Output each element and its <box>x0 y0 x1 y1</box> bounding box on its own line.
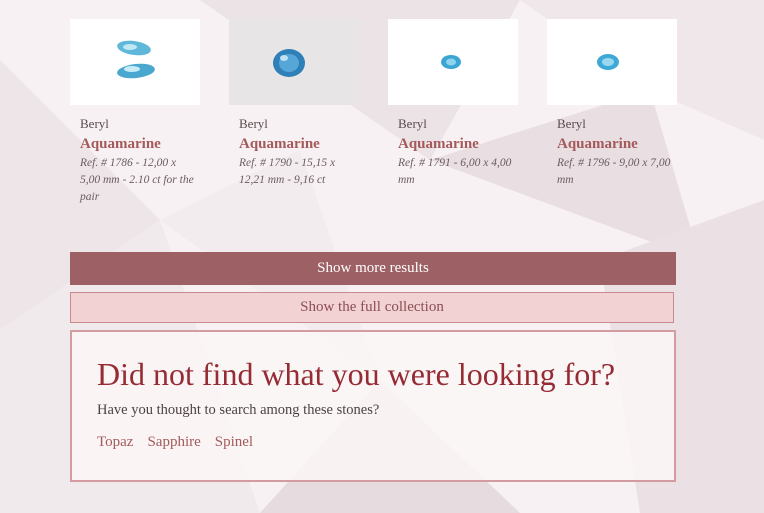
show-full-collection-button[interactable]: Show the full collection <box>70 292 674 323</box>
aquamarine-pair-image[interactable] <box>70 19 200 105</box>
suggestion-link-sapphire[interactable]: Sapphire <box>147 434 200 451</box>
result-card[interactable]: Beryl Aquamarine Ref. # 1791 - 6,00 x 4,… <box>388 19 518 189</box>
gem-name-link[interactable]: Aquamarine <box>557 135 677 153</box>
gem-reference: Ref. # 1796 - 9,00 x 7,00 mm <box>557 157 671 186</box>
aquamarine-oval-image[interactable] <box>229 19 359 105</box>
gem-reference: Ref. # 1791 - 6,00 x 4,00 mm <box>398 157 512 186</box>
gem-family: Beryl <box>398 116 427 131</box>
not-found-panel: Did not find what you were looking for? … <box>70 330 676 482</box>
aquamarine-small-oval-image[interactable] <box>388 19 518 105</box>
result-card[interactable]: Beryl Aquamarine Ref. # 1786 - 12,00 x 5… <box>70 19 200 206</box>
not-found-subtitle: Have you thought to search among these s… <box>97 402 380 418</box>
gem-reference: Ref. # 1790 - 15,15 x 12,21 mm - 9,16 ct <box>239 157 336 186</box>
gem-family: Beryl <box>80 116 109 131</box>
gem-name-link[interactable]: Aquamarine <box>398 135 518 153</box>
suggestion-link-topaz[interactable]: Topaz <box>97 434 133 451</box>
results-grid: Beryl Aquamarine Ref. # 1786 - 12,00 x 5… <box>70 0 677 240</box>
result-card[interactable]: Beryl Aquamarine Ref. # 1796 - 9,00 x 7,… <box>547 19 677 189</box>
suggestion-link-spinel[interactable]: Spinel <box>215 434 253 451</box>
gem-name-link[interactable]: Aquamarine <box>80 135 200 153</box>
gem-family: Beryl <box>557 116 586 131</box>
not-found-title: Did not find what you were looking for? <box>97 356 616 392</box>
show-more-results-button[interactable]: Show more results <box>70 252 676 285</box>
search-results-section: Beryl Aquamarine Ref. # 1786 - 12,00 x 5… <box>70 0 677 482</box>
gem-reference: Ref. # 1786 - 12,00 x 5,00 mm - 2.10 ct … <box>80 157 194 203</box>
gem-name-link[interactable]: Aquamarine <box>239 135 359 153</box>
result-card[interactable]: Beryl Aquamarine Ref. # 1790 - 15,15 x 1… <box>229 19 359 189</box>
gem-family: Beryl <box>239 116 268 131</box>
aquamarine-oval-image[interactable] <box>547 19 677 105</box>
suggested-stones: Topaz Sapphire Spinel <box>97 434 253 451</box>
